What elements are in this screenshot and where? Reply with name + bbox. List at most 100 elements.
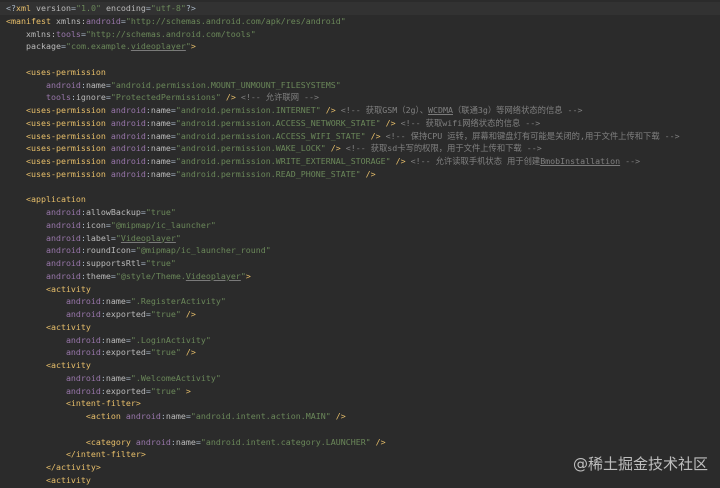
code-token: "utf-8"	[150, 3, 186, 13]
code-token: name	[105, 372, 126, 383]
code-token: android	[6, 347, 101, 358]
code-token: package	[6, 41, 61, 52]
code-line: <activity	[6, 321, 91, 334]
code-token: exported	[105, 347, 146, 358]
code-token: >	[190, 41, 196, 52]
code-token: name	[150, 117, 171, 128]
code-line: <uses-permission	[6, 66, 106, 79]
code-line: android:icon="@mipmap/ic_launcher"	[6, 219, 216, 232]
code-token: android	[6, 219, 81, 230]
code-token: <uses-permission	[6, 105, 106, 115]
code-token: <uses-permission	[6, 66, 106, 77]
code-token: android	[6, 207, 81, 217]
code-token: />	[390, 156, 406, 166]
code-token: android	[6, 372, 101, 383]
code-line: android:supportsRtl="true"	[6, 257, 176, 270]
code-token: name	[150, 143, 171, 154]
code-token: android	[6, 270, 81, 281]
code-token: <intent-filter>	[6, 398, 141, 409]
code-token: "android.permission.MOUNT_UNMOUNT_FILESY…	[110, 79, 341, 90]
code-token: <!-- 获取GSM（2g）、	[335, 105, 429, 115]
code-line: </intent-filter>	[6, 448, 146, 461]
code-token: />	[380, 117, 396, 128]
code-token: version	[31, 3, 71, 13]
code-line: <uses-permission android:name="android.p…	[6, 130, 680, 143]
code-token: ignore	[75, 92, 106, 103]
code-token: "android.intent.action.MAIN"	[190, 411, 331, 421]
code-line: android:theme="@style/Theme.Videoplayer"…	[6, 270, 251, 283]
code-line: android:exported="true" />	[6, 346, 196, 359]
code-token: <application	[6, 194, 86, 205]
code-token: />	[320, 105, 336, 115]
code-token: "@mipmap/ic_launcher_round"	[135, 245, 271, 256]
code-token: xml	[16, 3, 31, 13]
code-token: android	[6, 385, 101, 396]
code-line: xmlns:tools="http://schemas.android.com/…	[6, 28, 256, 41]
code-token: <?	[6, 3, 16, 13]
code-token: <!-- 获取wifi网络状态的信息 -->	[395, 117, 541, 128]
code-token: <activity	[6, 283, 91, 294]
code-token: label	[85, 232, 111, 243]
code-token: <uses-permission	[6, 117, 106, 128]
code-line: <activity	[6, 283, 91, 296]
code-token: icon	[85, 219, 106, 230]
code-token: （联通3g）等网络状态的信息 -->	[453, 105, 583, 115]
code-token: <activity	[6, 360, 91, 370]
code-token: <uses-permission	[6, 143, 106, 154]
code-token: name	[150, 156, 171, 166]
code-token: name	[165, 411, 186, 421]
code-token: <activity	[6, 321, 91, 332]
code-line: package="com.example.videoplayer">	[6, 40, 196, 53]
watermark-text: @稀土掘金技术社区	[572, 455, 708, 473]
code-token: name	[175, 436, 196, 447]
code-token: tools	[6, 92, 71, 103]
code-line: android:name=".WelcomeActivity"	[6, 372, 221, 385]
code-token: "true"	[150, 309, 181, 319]
code-token: >	[245, 270, 251, 281]
code-token: name	[105, 296, 126, 307]
code-token: exported	[105, 309, 146, 319]
code-token: android	[105, 105, 146, 115]
code-token: ?>	[185, 3, 196, 13]
code-token: "android.permission.ACCESS_NETWORK_STATE…	[175, 117, 381, 128]
code-token: />	[370, 436, 386, 447]
code-token: theme	[85, 270, 111, 281]
code-editor[interactable]: <?xml version="1.0" encoding="utf-8"?> <m…	[0, 0, 720, 488]
code-token: videoplayer	[130, 41, 186, 52]
code-token: <uses-permission	[6, 168, 106, 179]
code-token: android	[6, 258, 81, 268]
code-token: "http://schemas.android.com/tools"	[85, 28, 256, 39]
code-token: <manifest	[6, 15, 51, 26]
code-token: name	[150, 168, 171, 179]
code-token: "http://schemas.android.com/apk/res/andr…	[125, 15, 346, 26]
code-token: name	[105, 334, 126, 345]
code-line: <activity	[6, 474, 91, 487]
code-token: "	[175, 232, 181, 243]
code-token: "android.permission.WRITE_EXTERNAL_STORA…	[175, 156, 391, 166]
code-token: "android.permission.INTERNET"	[175, 105, 321, 115]
code-token: "android.permission.ACCESS_WIFI_STATE"	[175, 130, 366, 141]
code-token: name	[150, 130, 171, 141]
code-token: android	[6, 296, 101, 307]
code-token: roundIcon	[85, 245, 131, 256]
code-line: <manifest xmlns:android="http://schemas.…	[6, 15, 346, 28]
code-token: <activity	[6, 474, 91, 485]
code-line: android:name="android.permission.MOUNT_U…	[6, 79, 341, 92]
code-token: android	[6, 79, 81, 90]
code-token: <category	[6, 436, 131, 447]
code-line: <intent-filter>	[6, 397, 141, 410]
code-token: <!-- 允许读取手机状态 用于创建	[405, 156, 541, 166]
code-token: </activity>	[6, 462, 101, 472]
code-line: android:roundIcon="@mipmap/ic_launcher_r…	[6, 244, 271, 257]
code-token: />	[330, 411, 346, 421]
code-token: ".RegisterActivity"	[130, 296, 226, 307]
code-token: "true"	[150, 347, 181, 358]
code-token: "true"	[145, 207, 176, 217]
code-token: "android.permission.WAKE_LOCK"	[175, 143, 326, 154]
code-token: xmlns:	[50, 15, 86, 26]
code-token: android	[85, 15, 121, 26]
code-token: <action	[6, 411, 121, 421]
code-token: />	[365, 130, 381, 141]
code-token: />	[180, 347, 196, 358]
code-line: <uses-permission android:name="android.p…	[6, 104, 583, 117]
